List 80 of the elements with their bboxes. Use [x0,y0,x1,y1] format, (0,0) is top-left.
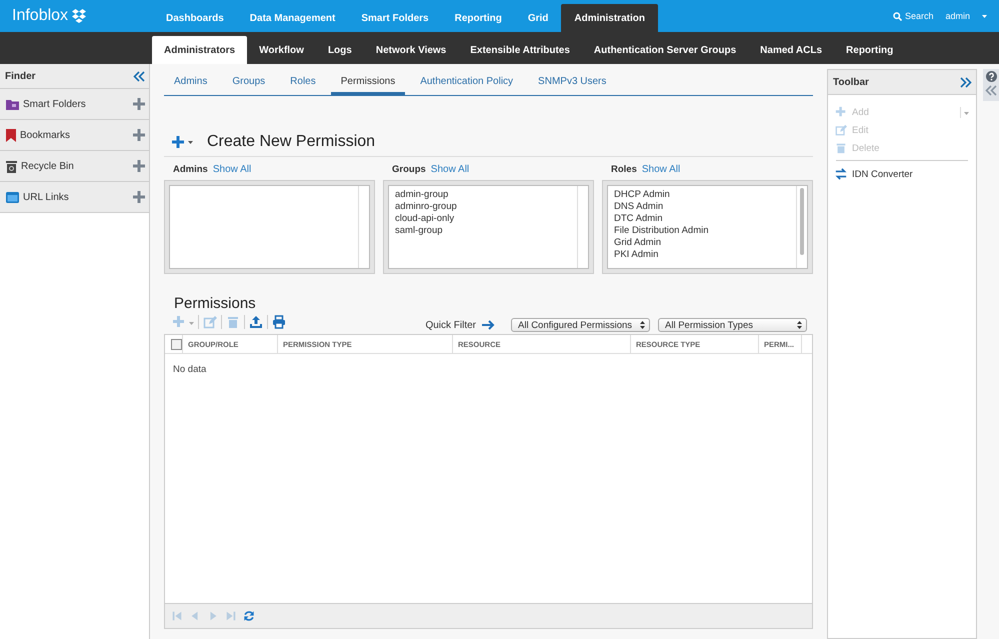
subnav-tab[interactable]: Named ACLs [748,36,834,64]
finder-item[interactable]: Bookmarks [0,120,149,151]
nav-tab[interactable]: Administration [561,4,658,32]
list-item[interactable]: File Distribution Admin [614,225,790,237]
subnav-tab[interactable]: Workflow [247,36,316,64]
list-item[interactable]: DTC Admin [614,213,790,225]
picker-label: Groups [392,164,426,175]
tab[interactable]: Roles [280,64,326,95]
swap-arrows-icon [835,168,847,180]
trash-icon [6,160,17,172]
panel-title: Toolbar [833,76,869,88]
collapse-icon[interactable] [133,70,145,82]
list-item[interactable]: adminro-group [395,201,571,213]
plus-icon[interactable] [172,136,184,148]
subnav-tab[interactable]: Network Views [364,36,458,64]
arrow-icon [482,320,495,330]
list-item[interactable]: DNS Admin [614,201,790,213]
picker-label: Roles [611,164,637,175]
subnav-tab[interactable]: Administrators [152,36,248,64]
list-box[interactable]: DHCP Admin DNS Admin DTC Admin File Distribution Admin Grid Admin PKI Admin [607,185,808,269]
plus-icon [835,106,847,118]
list-box[interactable] [169,185,370,269]
finder-item-label: Smart Folders [23,98,87,110]
updown-arrows-icon [640,321,645,329]
section-title: Permissions [174,295,257,312]
show-all-link[interactable]: Show All [212,164,252,175]
subnav-tab[interactable]: Logs [316,36,364,64]
printer-icon[interactable] [272,315,286,329]
filter-select[interactable]: All Configured Permissions [511,318,650,332]
tab[interactable]: Admins [164,64,218,95]
finder-item-label: Bookmarks [20,130,72,140]
subnav-tab[interactable]: Authentication Server Groups [582,36,748,64]
picker-label: Admins [173,164,208,175]
tab[interactable]: Permissions [330,64,406,95]
subnav-tab[interactable]: Reporting [834,36,906,64]
list-item[interactable]: Grid Admin [614,237,790,249]
search-icon [892,12,902,20]
empty-message: No data [173,364,206,375]
caret-icon[interactable] [982,14,987,18]
tab[interactable]: Groups [222,64,276,95]
bookmark-icon [6,128,16,142]
list-item[interactable]: PKI Admin [614,249,790,261]
subnav-tab[interactable]: Extensible Attributes [458,36,582,64]
updown-arrows-icon [797,321,802,329]
caret-icon[interactable] [188,140,193,144]
finder-item[interactable]: Smart Folders [0,89,149,120]
toolbar-item[interactable]: IDN Converter [828,165,976,183]
panel-title: Finder [5,70,36,82]
refresh-icon[interactable] [243,610,255,622]
filter-select[interactable]: All Permission Types [658,318,807,332]
window-icon [6,192,19,202]
logo-icon [72,9,86,23]
plus-icon[interactable] [133,191,145,203]
plus-icon[interactable] [133,129,145,141]
finder-item[interactable]: Recycle Bin [0,151,149,182]
help-icon[interactable] [986,71,996,82]
list-item[interactable]: cloud-api-only [395,213,571,225]
pencil-icon [835,124,847,136]
upload-icon[interactable] [249,315,263,329]
list-box[interactable]: admin-group adminro-group cloud-api-only saml-group [388,185,589,269]
list-item[interactable]: saml-group [395,225,571,237]
section-title: Create New Permission [207,133,376,151]
folder-icon [6,98,19,110]
logo-text: Infoblox [12,7,68,25]
list-item[interactable]: DHCP Admin [614,189,790,201]
scrollbar-thumb[interactable] [800,188,804,255]
show-all-link[interactable]: Show All [430,164,470,175]
finder-item-label: URL Links [23,192,70,202]
list-item[interactable]: admin-group [395,189,571,201]
tab[interactable]: Authentication Policy [410,64,524,95]
plus-icon[interactable] [133,98,145,110]
quick-filter-label: Quick Filter [425,320,476,330]
checkbox[interactable] [170,338,182,350]
trash-icon [835,142,847,154]
plus-icon[interactable] [133,160,145,172]
finder-item[interactable]: URL Links [0,182,149,213]
expand-icon[interactable] [960,76,972,88]
tab[interactable]: SNMPv3 Users [528,64,616,95]
finder-item-label: Recycle Bin [21,160,75,172]
show-all-link[interactable]: Show All [642,164,680,175]
